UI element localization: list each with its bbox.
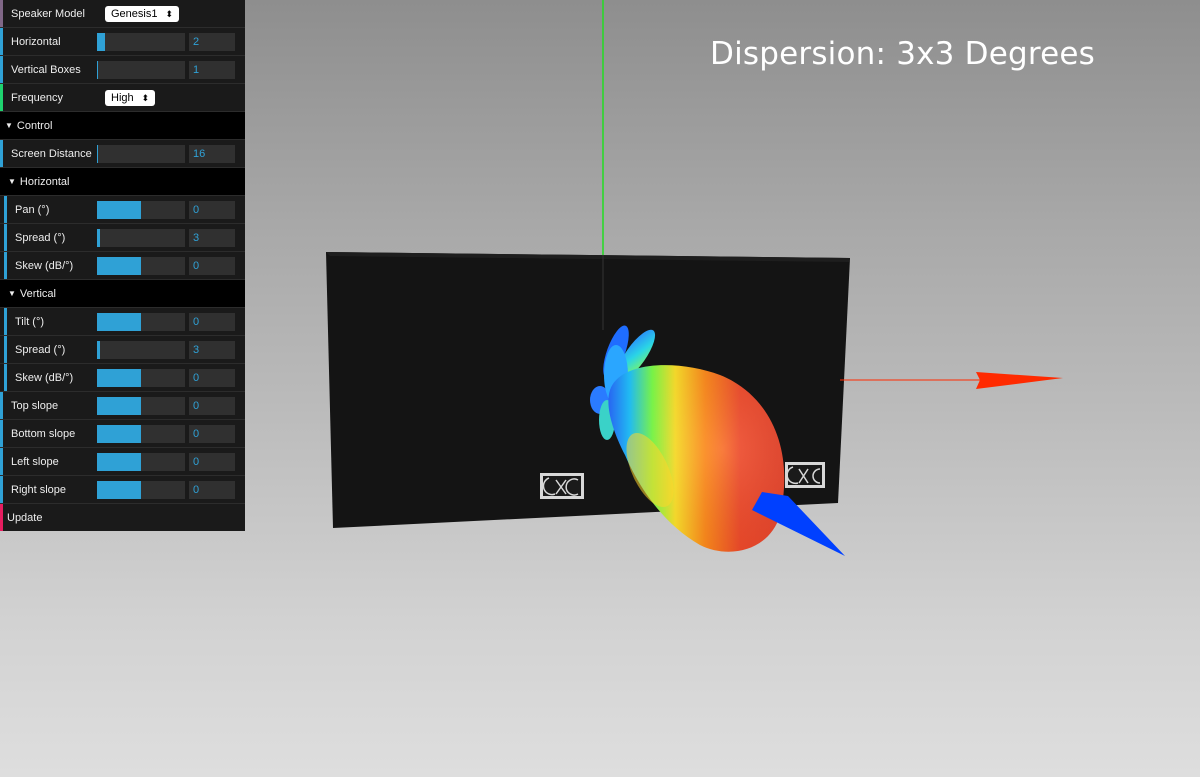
vertical-boxes-label: Vertical Boxes: [11, 63, 81, 76]
h-skew-label: Skew (dB/°): [15, 259, 74, 272]
tilt-label: Tilt (°): [15, 315, 45, 328]
pan-slider[interactable]: [97, 200, 185, 219]
v-skew-label: Skew (dB/°): [15, 371, 74, 384]
horizontal-value[interactable]: 2: [189, 32, 235, 51]
horizontal-boxes-row: Horizontal 2: [0, 28, 245, 56]
v-skew-slider[interactable]: [97, 368, 185, 387]
h-spread-label: Spread (°): [15, 231, 66, 244]
tilt-row: Tilt (°) 0: [0, 308, 245, 336]
tilt-slider[interactable]: [97, 312, 185, 331]
screen-distance-value[interactable]: 16: [189, 144, 235, 163]
horizontal-slider[interactable]: [97, 32, 185, 51]
v-skew-row: Skew (dB/°) 0: [0, 364, 245, 392]
vertical-boxes-slider[interactable]: [97, 60, 185, 79]
vertical-boxes-row: Vertical Boxes 1: [0, 56, 245, 84]
x-axis-arrow: [976, 372, 1063, 389]
dispersion-title: Dispersion: 3x3 Degrees: [710, 36, 1096, 72]
exc-logo-right: [785, 462, 825, 488]
v-spread-label: Spread (°): [15, 343, 66, 356]
h-skew-value[interactable]: 0: [189, 256, 235, 275]
pan-value[interactable]: 0: [189, 200, 235, 219]
h-spread-row: Spread (°) 3: [0, 224, 245, 252]
right-slope-value[interactable]: 0: [189, 480, 235, 499]
v-spread-value[interactable]: 3: [189, 340, 235, 359]
v-skew-value[interactable]: 0: [189, 368, 235, 387]
pan-row: Pan (°) 0: [0, 196, 245, 224]
speaker-model-row: Speaker Model Genesis1 ⬍: [0, 0, 245, 28]
bottom-slope-row: Bottom slope 0: [0, 420, 245, 448]
horizontal-folder[interactable]: ▼ Horizontal: [0, 168, 245, 196]
update-button[interactable]: Update: [0, 504, 245, 531]
left-slope-label: Left slope: [11, 455, 59, 468]
exc-logo-left: [540, 473, 584, 499]
right-slope-label: Right slope: [11, 483, 67, 496]
h-spread-slider[interactable]: [97, 228, 185, 247]
chevron-updown-icon: ⬍: [141, 92, 150, 103]
screen-distance-row: Screen Distance 16: [0, 140, 245, 168]
left-slope-value[interactable]: 0: [189, 452, 235, 471]
speaker-model-label: Speaker Model: [11, 7, 85, 20]
vertical-folder[interactable]: ▼ Vertical: [0, 280, 245, 308]
h-skew-slider[interactable]: [97, 256, 185, 275]
screen-distance-slider[interactable]: [97, 144, 185, 163]
left-slope-row: Left slope 0: [0, 448, 245, 476]
frequency-label: Frequency: [11, 91, 63, 104]
h-skew-row: Skew (dB/°) 0: [0, 252, 245, 280]
pan-label: Pan (°): [15, 203, 50, 216]
frequency-row: Frequency High ⬍: [0, 84, 245, 112]
h-spread-value[interactable]: 3: [189, 228, 235, 247]
top-slope-value[interactable]: 0: [189, 396, 235, 415]
v-spread-slider[interactable]: [97, 340, 185, 359]
right-slope-row: Right slope 0: [0, 476, 245, 504]
frequency-select[interactable]: High ⬍: [105, 89, 156, 106]
tilt-value[interactable]: 0: [189, 312, 235, 331]
bottom-slope-slider[interactable]: [97, 424, 185, 443]
chevron-updown-icon: ⬍: [165, 8, 174, 19]
triangle-down-icon: ▼: [8, 177, 16, 186]
speaker-model-select[interactable]: Genesis1 ⬍: [105, 5, 180, 22]
horizontal-label: Horizontal: [11, 35, 61, 48]
triangle-down-icon: ▼: [5, 121, 13, 130]
top-slope-slider[interactable]: [97, 396, 185, 415]
right-slope-slider[interactable]: [97, 480, 185, 499]
v-spread-row: Spread (°) 3: [0, 336, 245, 364]
screen-distance-label: Screen Distance: [11, 147, 92, 160]
control-panel: Speaker Model Genesis1 ⬍ Horizontal 2 Ve…: [0, 0, 245, 531]
bottom-slope-value[interactable]: 0: [189, 424, 235, 443]
triangle-down-icon: ▼: [8, 289, 16, 298]
control-folder[interactable]: ▼ Control: [0, 112, 245, 140]
bottom-slope-label: Bottom slope: [11, 427, 76, 440]
top-slope-row: Top slope 0: [0, 392, 245, 420]
left-slope-slider[interactable]: [97, 452, 185, 471]
top-slope-label: Top slope: [11, 399, 59, 412]
vertical-boxes-value[interactable]: 1: [189, 60, 235, 79]
